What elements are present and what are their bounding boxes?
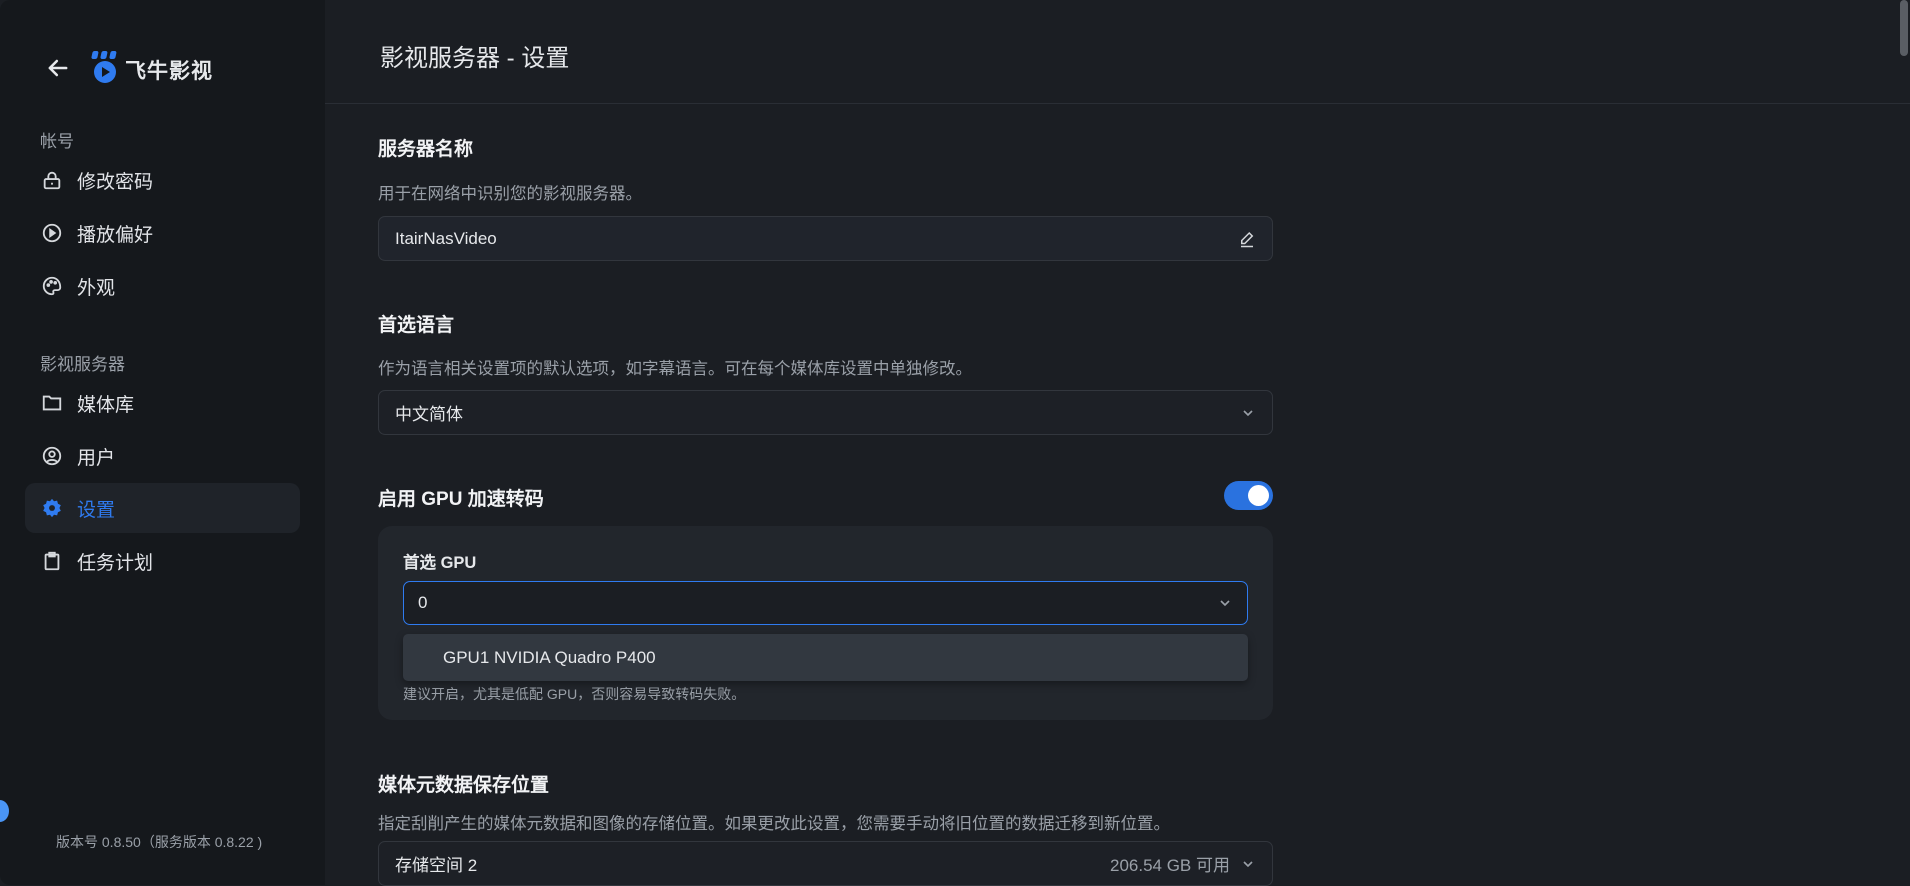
- scrollbar[interactable]: [1900, 0, 1908, 56]
- chevron-down-icon: [1243, 860, 1253, 867]
- gpu-option[interactable]: GPU1 NVIDIA Quadro P400: [403, 634, 1248, 681]
- sidebar-item-label: 播放偏好: [77, 224, 154, 246]
- sidebar-item-label: 外观: [77, 277, 116, 299]
- chevron-down-icon: [1243, 409, 1253, 416]
- metadata-location-select[interactable]: 存储空间 2 206.54 GB 可用: [378, 841, 1273, 886]
- page-header: 影视服务器 - 设置: [325, 0, 1910, 104]
- server-name-desc: 用于在网络中识别您的影视服务器。: [378, 185, 642, 203]
- server-name-value: ItairNasVideo: [395, 228, 497, 248]
- metadata-title: 媒体元数据保存位置: [378, 775, 550, 796]
- chevron-down-icon: [1220, 600, 1230, 607]
- folder-icon: [42, 395, 62, 411]
- metadata-location-value: 存储空间 2: [395, 856, 478, 875]
- sidebar: 飞牛影视 帐号 修改密码 播放偏好 外观 影视服务器 媒体库 用户 设置 任务计…: [0, 0, 325, 885]
- sidebar-item-change-password[interactable]: 修改密码: [25, 155, 300, 205]
- gpu-hint: 建议开启，尤其是低配 GPU，否则容易导致转码失败。: [403, 686, 746, 702]
- play-circle-icon: [42, 223, 62, 243]
- metadata-desc: 指定刮削产生的媒体元数据和图像的存储位置。如果更改此设置，您需要手动将旧位置的数…: [378, 815, 1170, 833]
- preferred-gpu-label: 首选 GPU: [403, 554, 477, 572]
- group-label-server: 影视服务器: [40, 355, 125, 374]
- palette-icon: [42, 276, 62, 296]
- preferred-gpu-value: 0: [418, 593, 428, 612]
- sidebar-item-tasks[interactable]: 任务计划: [25, 536, 300, 586]
- version-text: 版本号 0.8.50（服务版本 0.8.22 ): [56, 834, 263, 850]
- edit-pencil-icon[interactable]: [1238, 230, 1256, 248]
- app-name: 飞牛影视: [125, 60, 213, 83]
- language-desc: 作为语言相关设置项的默认选项，如字幕语言。可在每个媒体库设置中单独修改。: [378, 360, 972, 378]
- sidebar-item-appearance[interactable]: 外观: [25, 261, 300, 311]
- back-arrow-icon[interactable]: [44, 54, 72, 82]
- page-title: 影视服务器 - 设置: [380, 45, 570, 72]
- server-name-input[interactable]: ItairNasVideo: [378, 216, 1273, 261]
- clipboard-icon: [44, 551, 60, 571]
- sidebar-item-label: 任务计划: [77, 552, 154, 574]
- sidebar-item-label: 修改密码: [77, 171, 154, 193]
- available-space: 206.54 GB 可用: [1109, 856, 1230, 875]
- sidebar-item-users[interactable]: 用户: [25, 431, 300, 481]
- sidebar-item-settings[interactable]: 设置: [25, 483, 300, 533]
- sidebar-item-media-library[interactable]: 媒体库: [25, 378, 300, 428]
- floating-handle[interactable]: [0, 800, 9, 822]
- lock-icon: [43, 171, 61, 190]
- gpu-title: 启用 GPU 加速转码: [378, 489, 544, 510]
- app-logo-icon: [91, 51, 117, 83]
- sidebar-item-label: 媒体库: [77, 394, 135, 416]
- sidebar-item-playback[interactable]: 播放偏好: [25, 208, 300, 258]
- gpu-toggle[interactable]: [1224, 481, 1273, 510]
- gear-icon: [43, 498, 61, 518]
- sidebar-item-label: 设置: [77, 499, 116, 521]
- language-value: 中文简体: [395, 405, 463, 424]
- server-name-title: 服务器名称: [378, 139, 474, 160]
- sidebar-item-label: 用户: [77, 447, 116, 469]
- preferred-gpu-select[interactable]: 0: [403, 581, 1248, 625]
- user-circle-icon: [42, 446, 62, 466]
- language-title: 首选语言: [378, 315, 455, 336]
- group-label-account: 帐号: [40, 132, 74, 151]
- language-select[interactable]: 中文简体: [378, 390, 1273, 435]
